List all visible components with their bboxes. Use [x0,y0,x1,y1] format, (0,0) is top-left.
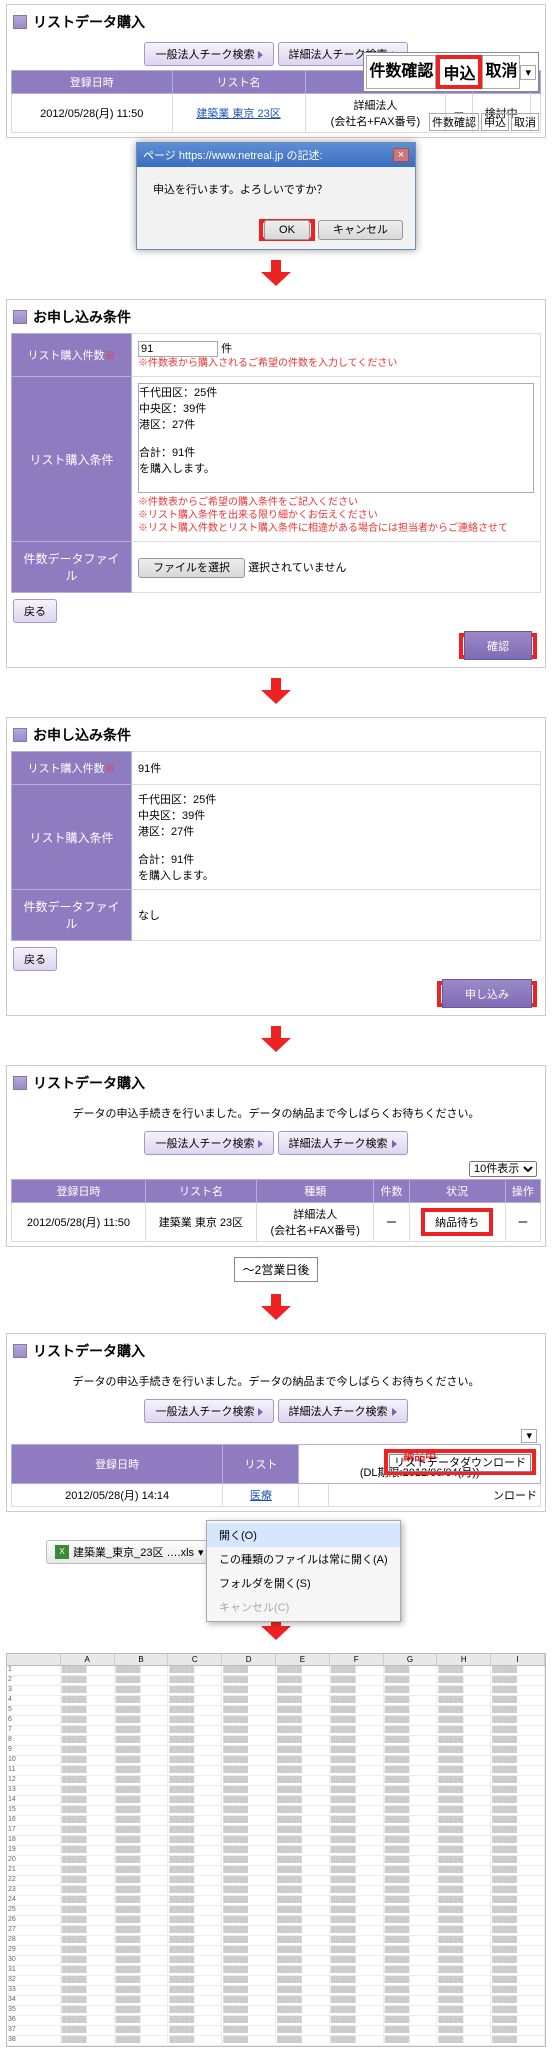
list-link[interactable]: 医療 [250,1490,272,1502]
panel-list-purchase-3: リストデータ購入 データの申込手続きを行いました。データの納品まで今しばらくお待… [6,1333,546,1512]
arrow-icon [0,1288,552,1329]
panel-list-purchase-2: リストデータ購入 データの申込手続きを行いました。データの納品まで今しばらくお待… [6,1065,546,1247]
panel-title: リストデータ購入 [33,1073,145,1093]
dropdown-icon[interactable]: ▾ [521,1429,537,1443]
file-value: なし [132,890,541,941]
count-input[interactable] [138,341,218,357]
row-cancel[interactable]: 取消 [511,113,539,131]
xls-icon: X [55,1545,69,1559]
panel-icon [13,728,27,742]
row-confirm[interactable]: 件数確認 [429,113,479,131]
label-file: 件数データファイル [12,890,132,941]
count-warn: ※件数表から購入されるご希望の件数を入力してください [138,358,397,369]
condition-text: 千代田区：25件 中央区：39件 港区：27件 合計：91件 を購入します。 [132,785,541,890]
confirm-button[interactable]: 確認 [464,631,532,660]
panel-title: お申し込み条件 [33,307,131,327]
menu-always-open[interactable]: この種類のファイルは常に開く(A) [207,1547,400,1571]
file-select-btn[interactable]: ファイルを選択 [138,558,245,578]
btn-general-search[interactable]: 一般法人チーク検索 [144,1399,274,1423]
listname-link[interactable]: 建築業 東京 23区 [196,108,280,120]
panel-icon [13,310,27,324]
apply-btn-hilite: 申込 [436,55,482,89]
label-conditions: リスト購入条件 [12,785,132,890]
panel-title: お申し込み条件 [33,725,131,745]
label-count: リスト購入件数 [28,350,105,362]
panel-list-purchase-1: リストデータ購入 一般法人チーク検索 詳細法人チーク検索 登録日時リスト名種類 … [6,4,546,138]
btn-detail-search[interactable]: 詳細法人チーク検索 [278,1399,408,1423]
menu-open[interactable]: 開く(O) [207,1523,400,1547]
menu-folder[interactable]: フォルダを開く(S) [207,1571,400,1595]
cancel-btn[interactable]: 取消 [482,55,520,89]
panel-title: リストデータ購入 [33,12,145,32]
page-size-select[interactable]: 10件表示 [469,1161,537,1177]
arrow-icon [0,254,552,295]
label-file: 件数データファイル [12,542,132,593]
label-conditions: リスト購入条件 [12,377,132,542]
btn-general-search[interactable]: 一般法人チーク検索 [144,42,274,66]
apply-button[interactable]: 申し込み [442,979,532,1008]
file-chip[interactable]: X 建築業_東京_23区 ….xls ▾ [46,1540,213,1564]
confirm-count-btn[interactable]: 件数確認 [366,55,436,89]
panel-apply-conditions-1: お申し込み条件 リスト購入件数※ 件※件数表から購入されるご希望の件数を入力して… [6,299,546,668]
condition-warn: ※件数表からご希望の購入条件をご記入ください ※リスト購入条件を出来る限り細かく… [138,496,534,535]
btn-general-search[interactable]: 一般法人チーク検索 [144,1131,274,1155]
panel-icon [13,1344,27,1358]
chevron-down-icon[interactable]: ▾ [198,1546,204,1559]
arrow-icon [0,672,552,713]
condition-textarea[interactable]: 千代田区：25件 中央区：39件 港区：27件 合計：91件 を購入します。 [138,383,534,493]
panel-apply-conditions-2: お申し込み条件 リスト購入件数※91件 リスト購入条件千代田区：25件 中央区：… [6,717,546,1016]
table-row: 2012/05/28(月) 14:14 医療 ンロード [12,1484,541,1507]
panel-icon [13,1076,27,1090]
count-value: 91件 [132,752,541,785]
wait-callout: ～2営業日後 [234,1257,319,1282]
panel-icon [13,15,27,29]
menu-cancel: キャンセル(C) [207,1595,400,1619]
back-button[interactable]: 戻る [13,599,57,623]
download-button[interactable]: リストデータダウンロード [389,1454,531,1472]
dialog-title: ページ https://www.netreal.jp の記述: [143,147,323,163]
arrow-icon [0,1020,552,1061]
status-waiting: 納品待ち [421,1208,493,1236]
row-actions: 件数確認 申込 取消 [429,113,539,131]
status-message: データの申込手続きを行いました。データの納品まで今しばらくお待ちください。 [11,1099,541,1127]
status-message: データの申込手続きを行いました。データの納品まで今しばらくお待ちください。 [11,1367,541,1395]
dialog-msg: 申込を行います。よろしいですか？ [137,167,415,211]
row-apply[interactable]: 申込 [481,113,509,131]
file-status: 選択されていません [248,562,346,574]
ok-button[interactable]: OK [264,220,310,240]
dropdown-icon[interactable]: ▾ [520,65,536,80]
spreadsheet: ABCDEFGHI 1█████████████████████████████… [6,1653,546,2047]
close-icon[interactable]: × [393,148,409,162]
table-row: 2012/05/28(月) 11:50 建築業 東京 23区 詳細法人 (会社名… [12,1203,541,1242]
confirm-dialog: ページ https://www.netreal.jp の記述: × 申込を行います… [136,142,416,250]
action-buttons-top: 件数確認 申込 取消 ▾ [363,52,539,92]
cancel-button[interactable]: キャンセル [318,220,403,240]
label-count: リスト購入件数 [28,763,105,775]
panel-title: リストデータ購入 [33,1341,145,1361]
apply-btn[interactable]: 申込 [441,65,477,84]
download-menu: 開く(O) この種類のファイルは常に開く(A) フォルダを開く(S) キャンセル… [206,1520,401,1622]
back-button[interactable]: 戻る [13,947,57,971]
btn-detail-search[interactable]: 詳細法人チーク検索 [278,1131,408,1155]
